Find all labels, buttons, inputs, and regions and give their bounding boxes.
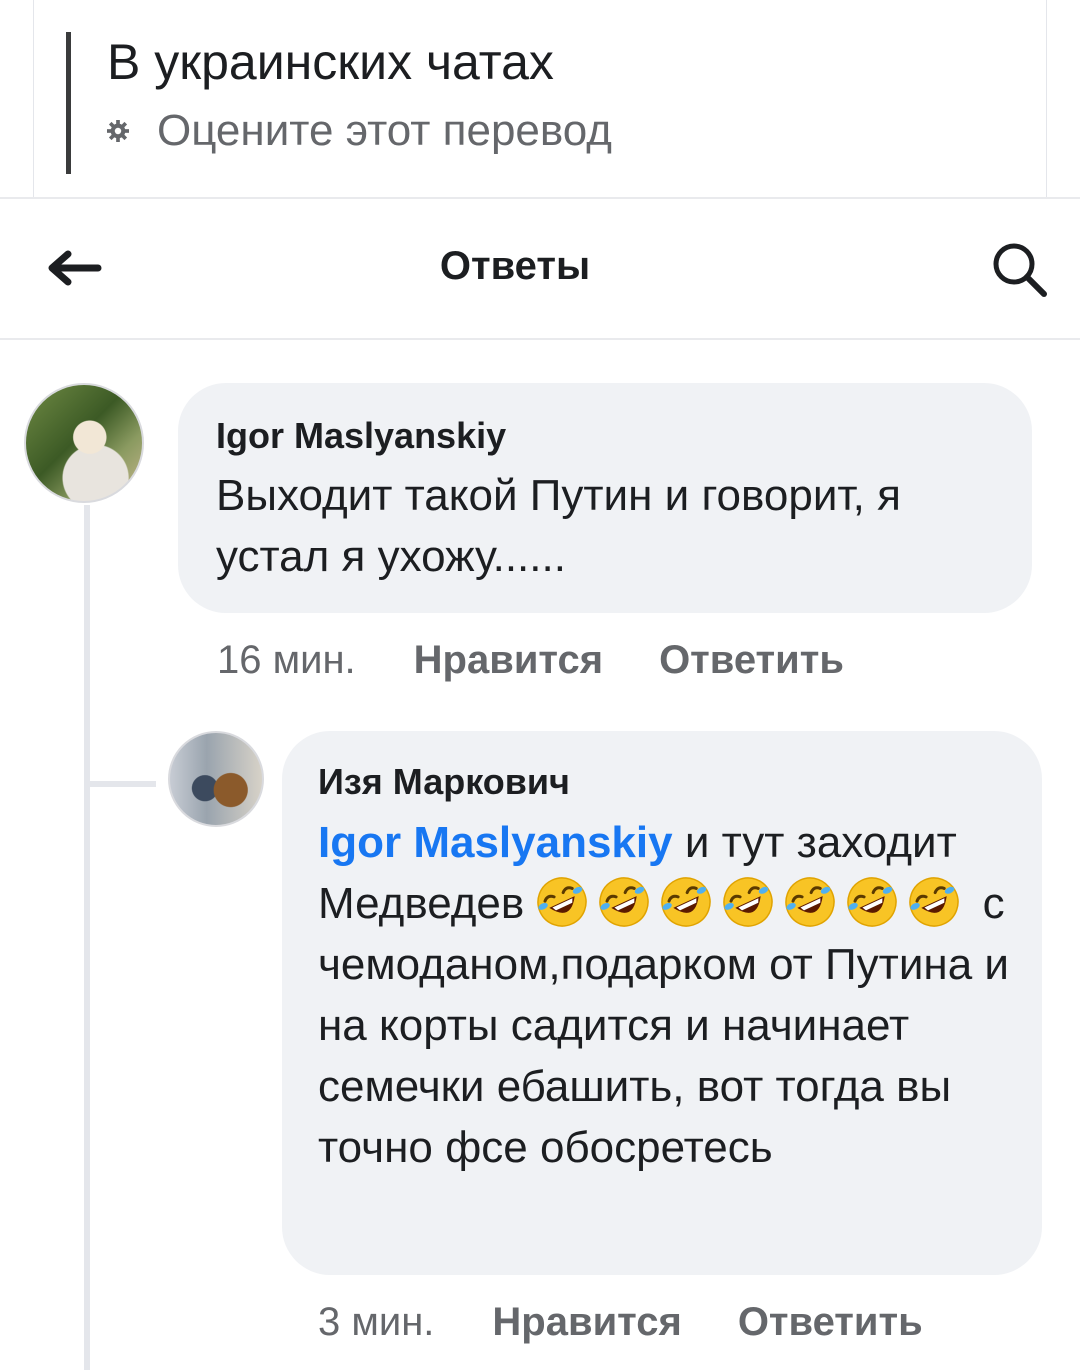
- rolling-on-floor-laughing-emoji: [723, 877, 774, 927]
- search-icon[interactable]: [988, 238, 1050, 300]
- comment-text: Выходит такой Путин и говорит, я устал я…: [216, 471, 901, 581]
- thread-branch-line: [90, 781, 156, 787]
- page-title: Ответы: [439, 244, 591, 288]
- quote-bar: [66, 32, 71, 174]
- gear-icon: [107, 120, 129, 142]
- rate-translation-link[interactable]: Оцените этот перевод: [107, 104, 612, 158]
- avatar[interactable]: [24, 383, 144, 503]
- like-button[interactable]: Нравится: [492, 1300, 681, 1345]
- emoji-row: [536, 877, 970, 928]
- comment-actions: 16 мин. Нравится Ответить: [217, 638, 844, 683]
- translation-card: [33, 0, 1047, 198]
- rolling-on-floor-laughing-emoji: [599, 877, 650, 927]
- rolling-on-floor-laughing-emoji: [785, 877, 836, 927]
- reply-button[interactable]: Ответить: [738, 1300, 923, 1345]
- rolling-on-floor-laughing-emoji: [537, 877, 588, 927]
- reply-actions: 3 мин. Нравится Ответить: [318, 1300, 923, 1345]
- translated-text: В украинских чатах: [107, 34, 554, 90]
- reply-text: Igor Maslyanskiy и тут заходит Медведев …: [318, 812, 1028, 1178]
- reply-author[interactable]: Изя Маркович: [318, 761, 570, 803]
- avatar[interactable]: [168, 731, 264, 827]
- thread-line: [84, 505, 90, 1370]
- divider: [0, 338, 1080, 340]
- comment-author[interactable]: Igor Maslyanskiy: [216, 415, 506, 457]
- reply-timestamp[interactable]: 3 мин.: [318, 1300, 434, 1345]
- rate-translation-label: Оцените этот перевод: [157, 106, 612, 155]
- mention-link[interactable]: Igor Maslyanskiy: [318, 818, 673, 867]
- comment-bubble: Igor Maslyanskiy Выходит такой Путин и г…: [178, 383, 1032, 613]
- rolling-on-floor-laughing-emoji: [909, 877, 960, 927]
- rolling-on-floor-laughing-emoji: [661, 877, 712, 927]
- like-button[interactable]: Нравится: [414, 638, 603, 683]
- comment-timestamp[interactable]: 16 мин.: [217, 638, 356, 683]
- reply-bubble: Изя Маркович Igor Maslyanskiy и тут захо…: [282, 731, 1042, 1275]
- rolling-on-floor-laughing-emoji: [847, 877, 898, 927]
- reply-button[interactable]: Ответить: [659, 638, 844, 683]
